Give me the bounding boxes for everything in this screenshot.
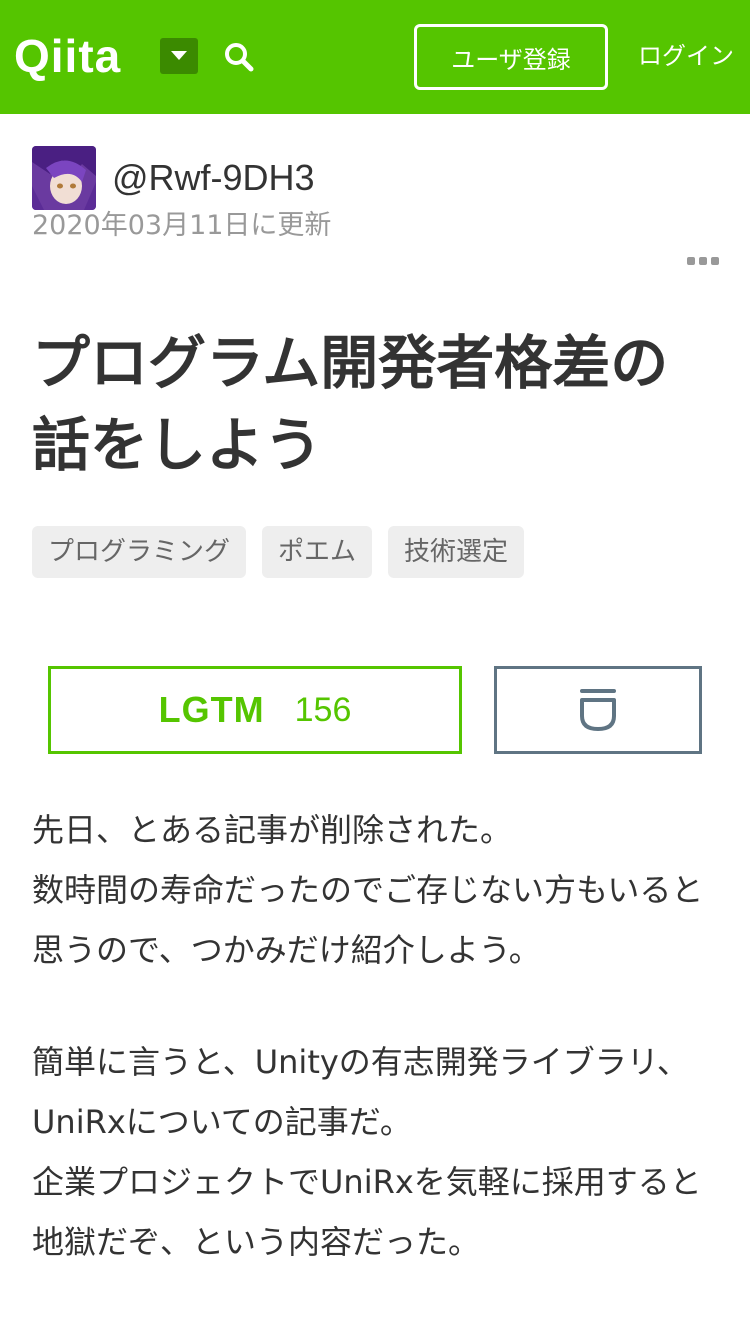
text-line: 簡単に言うと、Unityの有志開発ライブラリ、 bbox=[32, 1043, 689, 1081]
text-line: 数時間の寿命だったのでご存じない方もいると bbox=[32, 871, 704, 909]
tag-list: プログラミング ポエム 技術選定 bbox=[32, 526, 525, 578]
tag-item[interactable]: プログラミング bbox=[32, 526, 247, 578]
paragraph: 簡単に言うと、Unityの有志開発ライブラリ、 UniRxについての記事だ。 企… bbox=[32, 1032, 722, 1272]
search-icon[interactable] bbox=[224, 42, 254, 72]
stock-button[interactable] bbox=[494, 666, 702, 754]
tag-item[interactable]: 技術選定 bbox=[388, 526, 525, 578]
qiita-logo[interactable]: Qiita bbox=[14, 28, 121, 84]
article-body: 先日、とある記事が削除された。 数時間の寿命だったのでご存じない方もいると 思う… bbox=[32, 800, 722, 1324]
lgtm-button[interactable]: LGTM 156 bbox=[48, 666, 462, 754]
text-line: 思うので、つかみだけ紹介しよう。 bbox=[32, 931, 541, 969]
avatar[interactable] bbox=[32, 146, 96, 210]
more-icon[interactable] bbox=[686, 254, 720, 268]
lgtm-label: LGTM bbox=[158, 689, 265, 730]
text-line: UniRxについての記事だ。 bbox=[32, 1103, 412, 1141]
text-line: 地獄だぞ、という内容だった。 bbox=[32, 1223, 481, 1261]
author-username[interactable]: @Rwf-9DH3 bbox=[112, 154, 315, 202]
menu-dropdown-button[interactable] bbox=[160, 38, 198, 74]
article-title: プログラム開発者格差の話をしよう bbox=[32, 329, 669, 479]
updated-date: 2020年03月11日に更新 bbox=[32, 210, 332, 241]
signup-button[interactable]: ユーザ登録 bbox=[414, 24, 608, 90]
lgtm-count: 156 bbox=[294, 690, 352, 729]
text-line: 企業プロジェクトでUniRxを気軽に採用すると bbox=[32, 1163, 702, 1201]
chevron-down-icon bbox=[171, 51, 187, 60]
header: Qiita ユーザ登録 ログイン bbox=[0, 0, 750, 114]
tag-item[interactable]: ポエム bbox=[262, 526, 373, 578]
stock-icon bbox=[580, 689, 616, 731]
login-link[interactable]: ログイン bbox=[638, 38, 734, 74]
paragraph: 先日、とある記事が削除された。 数時間の寿命だったのでご存じない方もいると 思う… bbox=[32, 800, 722, 980]
text-line: 先日、とある記事が削除された。 bbox=[32, 811, 513, 849]
